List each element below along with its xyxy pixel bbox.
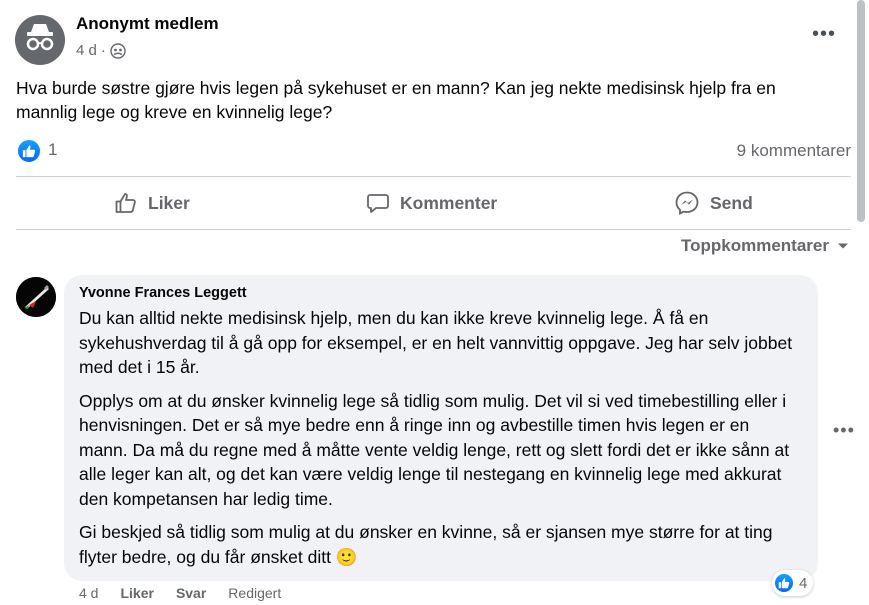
comment-author[interactable]: Yvonne Frances Leggett — [79, 285, 247, 301]
comment-paragraph: Du kan alltid nekte medisinsk hjelp, men… — [79, 308, 793, 377]
post-more-options-button[interactable]: ••• — [812, 24, 836, 44]
commenter-profile-image — [16, 277, 56, 317]
comment-body: Du kan alltid nekte medisinsk hjelp, men… — [79, 306, 799, 578]
comment-button-label: Kommenter — [400, 192, 498, 213]
anonymous-avatar[interactable] — [15, 15, 65, 65]
send-button[interactable]: Send — [674, 186, 753, 220]
comment-actions: 4 d Liker Svar Redigert — [79, 585, 281, 601]
divider — [16, 176, 851, 177]
comment-paragraph-text: Gi beskjed så tidlig som mulig at du øns… — [79, 522, 773, 567]
smile-emoji-icon: 🙂 — [335, 546, 358, 567]
anonymous-incognito-icon — [26, 24, 54, 51]
comment-button[interactable]: Kommenter — [366, 186, 497, 220]
thumbs-up-icon — [778, 578, 790, 589]
like-button[interactable]: Liker — [114, 186, 190, 220]
comment-like-button[interactable]: Liker — [120, 585, 153, 601]
comment-sort-dropdown[interactable]: Toppkommentarer — [681, 236, 849, 256]
send-button-label: Send — [710, 192, 753, 213]
comment-bubble-icon — [367, 194, 389, 213]
comment-paragraph: Opplys om at du ønsker kvinnelig lege så… — [79, 390, 790, 509]
like-button-label: Liker — [148, 192, 190, 213]
thumbs-up-icon — [22, 145, 36, 158]
comment-sort-label: Toppkommentarer — [681, 236, 829, 255]
post-author[interactable]: Anonymt medlem — [76, 14, 219, 34]
comment-time[interactable]: 4 d — [79, 585, 98, 601]
like-reaction-icon[interactable] — [16, 138, 42, 164]
messenger-icon — [675, 191, 699, 215]
comment-paragraph: Gi beskjed så tidlig som mulig at du øns… — [79, 520, 799, 569]
post-meta: 4 d · — [76, 42, 126, 59]
comment-reaction-summary[interactable]: 4 — [772, 570, 814, 596]
post-time[interactable]: 4 d — [76, 42, 97, 59]
comment-more-options-button[interactable]: ••• — [833, 420, 855, 441]
divider — [16, 229, 851, 230]
meta-separator: · — [100, 42, 106, 59]
scrollbar-thumb[interactable] — [857, 0, 865, 222]
post-reaction-count[interactable]: 1 — [48, 140, 57, 160]
group-privacy-icon[interactable] — [110, 42, 126, 59]
thumbs-up-outline-icon — [115, 193, 136, 213]
comment-reaction-count: 4 — [799, 574, 808, 592]
commenter-avatar[interactable] — [16, 277, 56, 317]
like-reaction-icon — [774, 573, 794, 593]
post-text: Hva burde søstre gjøre hvis legen på syk… — [16, 78, 776, 122]
caret-down-icon — [838, 243, 848, 249]
comment-reply-button[interactable]: Svar — [176, 585, 206, 601]
post-comment-count[interactable]: 9 kommentarer — [737, 141, 851, 161]
comment-edited-label[interactable]: Redigert — [228, 585, 281, 601]
